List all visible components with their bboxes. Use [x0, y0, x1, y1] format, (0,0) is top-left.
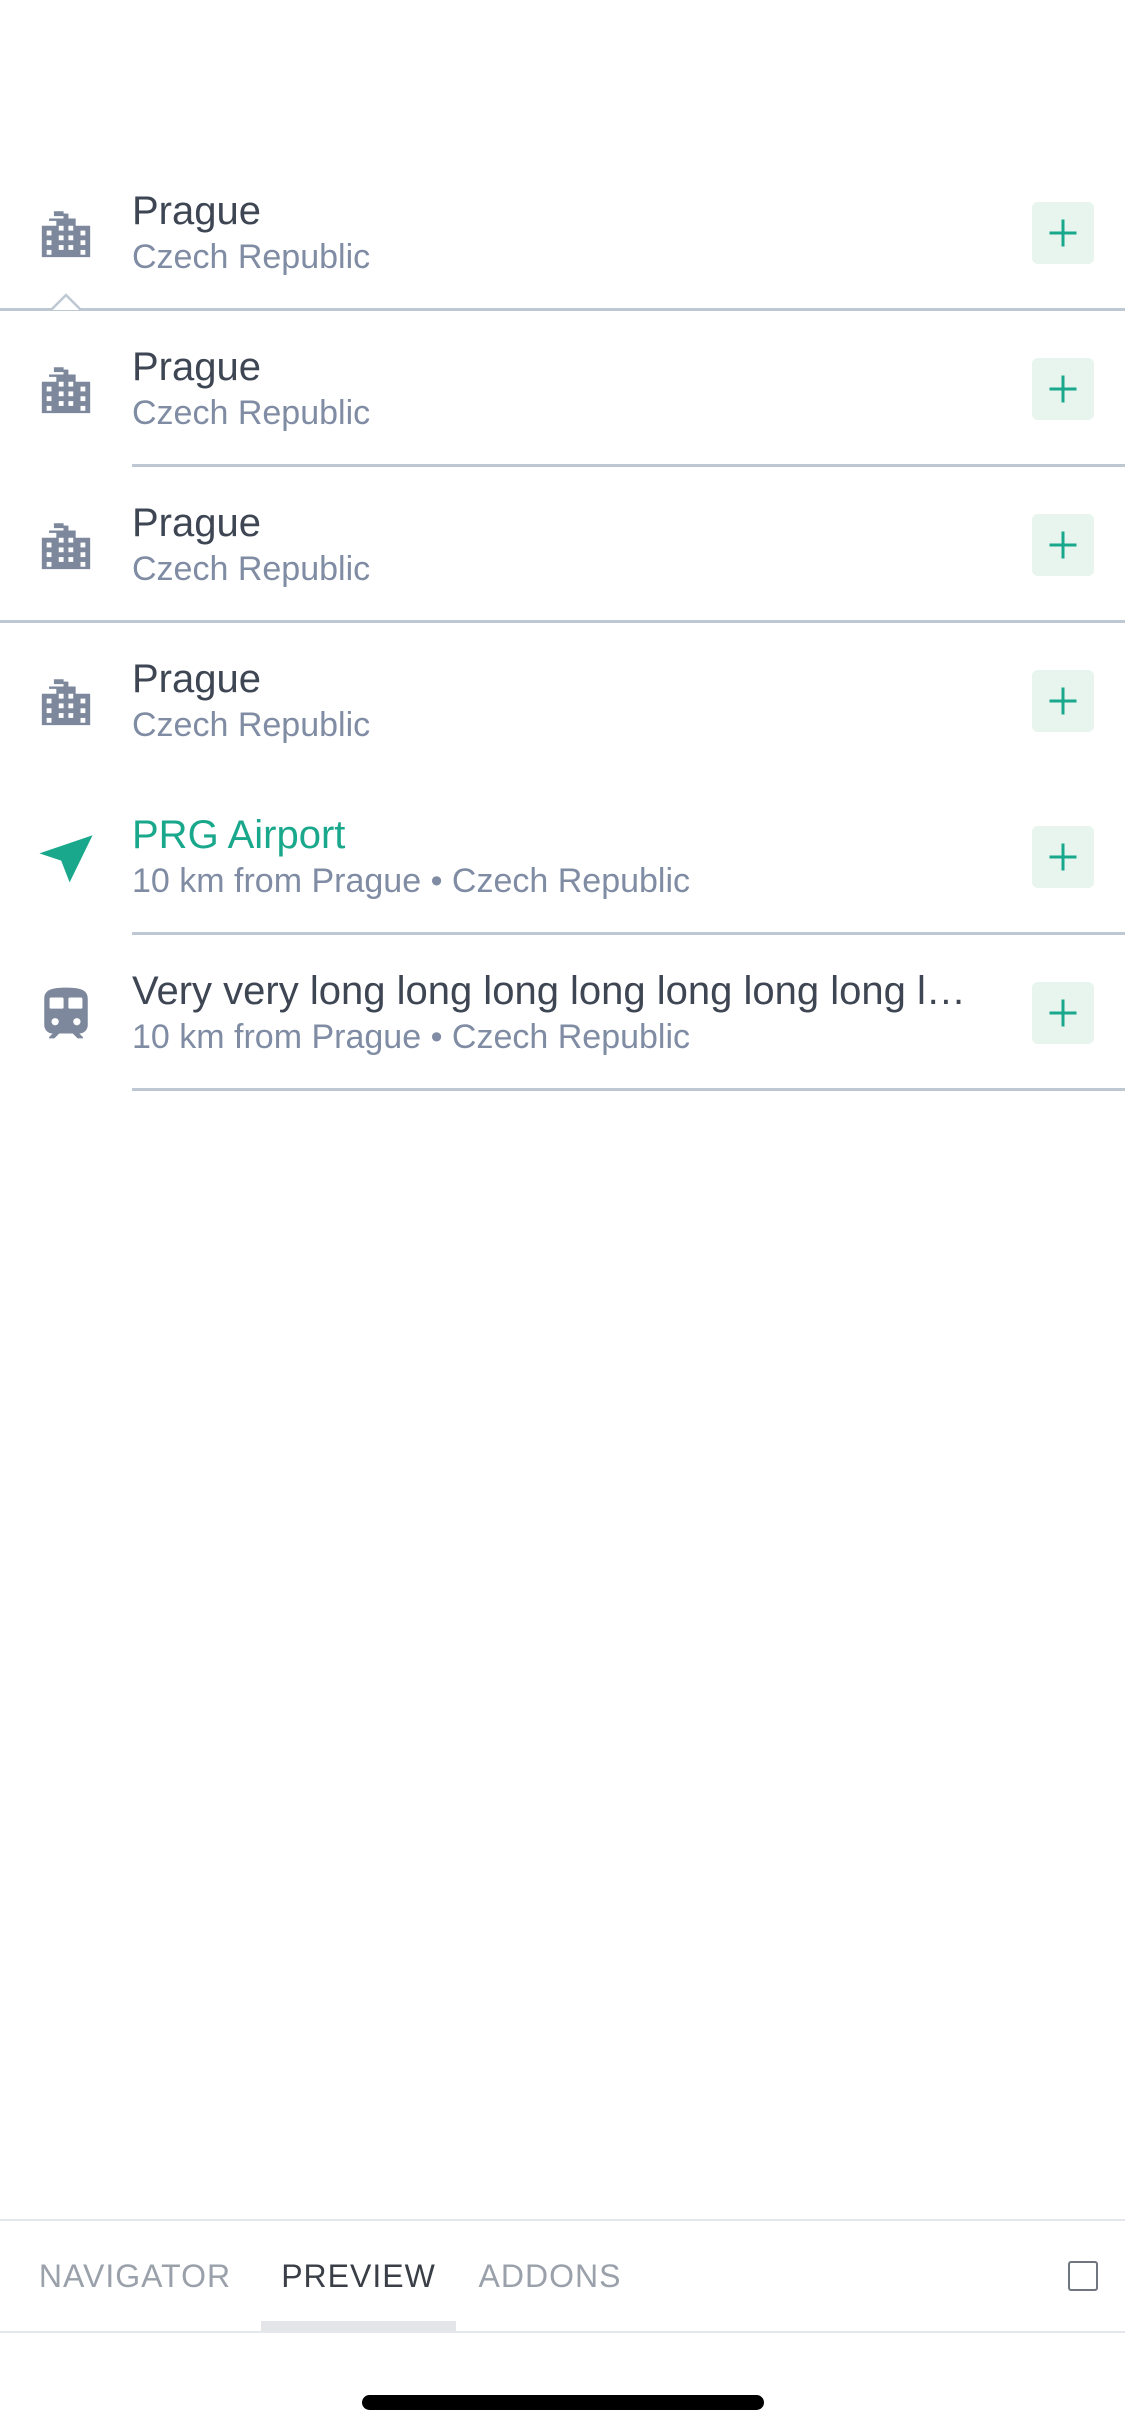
- train-icon: [37, 984, 95, 1042]
- tab-addons[interactable]: ADDONS: [470, 2221, 630, 2331]
- plus-icon: [1045, 995, 1081, 1031]
- tab-preview[interactable]: PREVIEW: [261, 2221, 456, 2331]
- add-button[interactable]: [1032, 982, 1094, 1044]
- list-item-subtitle: Czech Republic: [132, 394, 371, 432]
- list-item-title: Prague: [132, 501, 261, 545]
- list-item-text: Prague Czech Republic: [132, 499, 985, 591]
- active-tab-indicator: [261, 2321, 456, 2331]
- list-item-subtitle: 10 km from Prague • Czech Republic: [132, 1018, 691, 1056]
- plus-icon: [1045, 527, 1081, 563]
- add-button[interactable]: [1032, 514, 1094, 576]
- square-icon[interactable]: [1068, 2261, 1098, 2291]
- bottom-toolbar: NAVIGATOR PREVIEW ADDONS: [0, 2219, 1125, 2333]
- building-icon: [37, 516, 95, 574]
- list-item-subtitle: Czech Republic: [132, 238, 371, 276]
- list-item[interactable]: Prague Czech Republic: [0, 155, 1125, 311]
- list-item-title: Very very long long long long long long …: [132, 969, 985, 1013]
- screen: Prague Czech Republic Prague Czech Republic…: [0, 0, 1125, 2436]
- plus-icon: [1045, 371, 1081, 407]
- list-item-text: Prague Czech Republic: [132, 655, 985, 747]
- building-icon: [37, 204, 95, 262]
- plus-icon: [1045, 215, 1081, 251]
- add-button[interactable]: [1032, 202, 1094, 264]
- results-list: Prague Czech Republic Prague Czech Republic…: [0, 155, 1125, 1091]
- list-item[interactable]: Prague Czech Republic: [0, 623, 1125, 779]
- list-item-title: Prague: [132, 189, 261, 233]
- list-item[interactable]: Prague Czech Republic: [0, 467, 1125, 623]
- list-divider: [132, 1088, 1125, 1091]
- list-item-title: Prague: [132, 345, 261, 389]
- list-item-subtitle: Czech Republic: [132, 706, 371, 744]
- add-button[interactable]: [1032, 826, 1094, 888]
- list-item[interactable]: Prague Czech Republic: [0, 311, 1125, 467]
- add-button[interactable]: [1032, 358, 1094, 420]
- list-item-title: Prague: [132, 657, 261, 701]
- list-item-text: PRG Airport 10 km from Prague • Czech Rep…: [132, 811, 985, 903]
- plus-icon: [1045, 839, 1081, 875]
- list-item-subtitle: Czech Republic: [132, 550, 371, 588]
- building-icon: [37, 672, 95, 730]
- list-item-title: PRG Airport: [132, 813, 346, 857]
- list-item-text: Very very long long long long long long …: [132, 967, 985, 1059]
- list-item-text: Prague Czech Republic: [132, 343, 985, 435]
- navigation-arrow-icon: [37, 828, 95, 886]
- list-item-subtitle: 10 km from Prague • Czech Republic: [132, 862, 691, 900]
- caret-up-icon: [51, 293, 81, 310]
- list-item[interactable]: PRG Airport 10 km from Prague • Czech Rep…: [0, 779, 1125, 935]
- add-button[interactable]: [1032, 670, 1094, 732]
- home-indicator: [362, 2395, 764, 2410]
- tab-navigator[interactable]: NAVIGATOR: [30, 2221, 240, 2331]
- plus-icon: [1045, 683, 1081, 719]
- list-item-text: Prague Czech Republic: [132, 187, 985, 279]
- list-item[interactable]: Very very long long long long long long …: [0, 935, 1125, 1091]
- building-icon: [37, 360, 95, 418]
